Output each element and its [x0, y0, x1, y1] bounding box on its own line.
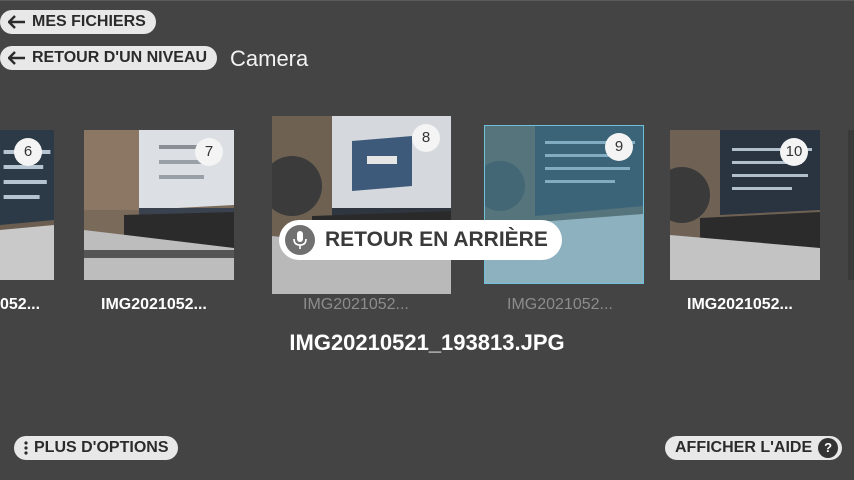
photo-thumbnail-10[interactable]: 10	[670, 130, 820, 280]
more-options-button[interactable]: PLUS D'OPTIONS	[14, 436, 179, 460]
more-options-label: PLUS D'OPTIONS	[34, 439, 169, 456]
arrow-left-icon	[8, 15, 26, 29]
item-number-badge: 6	[14, 138, 42, 166]
item-filename: 052...	[0, 296, 41, 313]
selection-border	[484, 125, 644, 284]
item-filename: IMG2021052...	[303, 296, 409, 313]
item-filename: IMG2021052...	[507, 296, 613, 313]
item-number-badge: 8	[412, 124, 440, 152]
arrow-left-icon	[8, 51, 26, 65]
voice-back-button[interactable]: RETOUR EN ARRIÈRE	[279, 220, 562, 260]
my-files-button[interactable]: MES FICHIERS	[0, 10, 156, 34]
show-help-button[interactable]: AFFICHER L'AIDE ?	[665, 436, 843, 460]
voice-back-label: RETOUR EN ARRIÈRE	[325, 228, 548, 251]
top-divider	[0, 0, 854, 1]
microphone-icon	[285, 225, 315, 255]
current-filename: IMG20210521_193813.JPG	[289, 330, 565, 355]
up-one-level-label: RETOUR D'UN NIVEAU	[32, 49, 208, 66]
item-filename: IMG2021052...	[101, 296, 207, 313]
next-item-edge	[848, 130, 854, 280]
photo-thumbnail-6[interactable]: 6	[0, 130, 54, 280]
item-filename: IMG2021052...	[687, 296, 793, 313]
help-icon: ?	[818, 438, 839, 458]
show-help-label: AFFICHER L'AIDE	[675, 439, 813, 456]
photo-thumbnail-8[interactable]: 8	[272, 116, 451, 294]
item-number-badge: 10	[780, 138, 808, 166]
more-vertical-icon	[24, 441, 28, 455]
photo-thumbnail-7[interactable]: 7	[84, 130, 234, 280]
item-number-badge: 7	[195, 138, 223, 166]
my-files-label: MES FICHIERS	[32, 13, 146, 30]
up-one-level-button[interactable]: RETOUR D'UN NIVEAU	[0, 46, 218, 70]
folder-name: Camera	[230, 46, 309, 71]
